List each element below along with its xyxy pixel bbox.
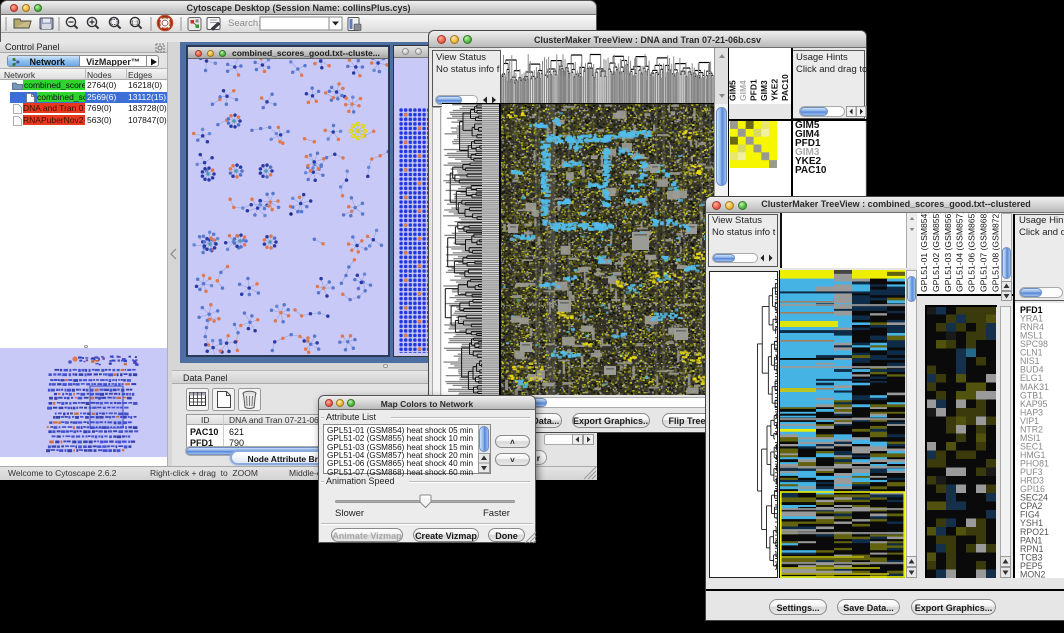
svg-text:PFD1: PFD1 (749, 79, 759, 101)
svg-text:Search:: Search: (228, 18, 261, 29)
svg-text:YKE2: YKE2 (770, 79, 780, 101)
svg-text:PAC10: PAC10 (780, 74, 790, 101)
svg-text:GPL51-08 (GSM872): GPL51-08 (GSM872) (990, 213, 1000, 292)
svg-text:GIM5: GIM5 (728, 80, 738, 101)
svg-text:1:1: 1:1 (131, 21, 139, 27)
svg-text:GIM4: GIM4 (738, 80, 748, 101)
svg-text:GPL51-07 (GSM868): GPL51-07 (GSM868) (979, 213, 989, 292)
svg-text:GIM3: GIM3 (759, 80, 769, 101)
svg-text:GPL51-04 (GSM857): GPL51-04 (GSM857) (955, 213, 965, 292)
svg-text:GPL51-03 (GSM856): GPL51-03 (GSM856) (943, 213, 953, 292)
svg-text:GPL51-02 (GSM855): GPL51-02 (GSM855) (931, 213, 941, 292)
svg-text:GPL51-06 (GSM865): GPL51-06 (GSM865) (967, 213, 977, 292)
svg-text:GPL51-01 (GSM854): GPL51-01 (GSM854) (919, 213, 929, 292)
